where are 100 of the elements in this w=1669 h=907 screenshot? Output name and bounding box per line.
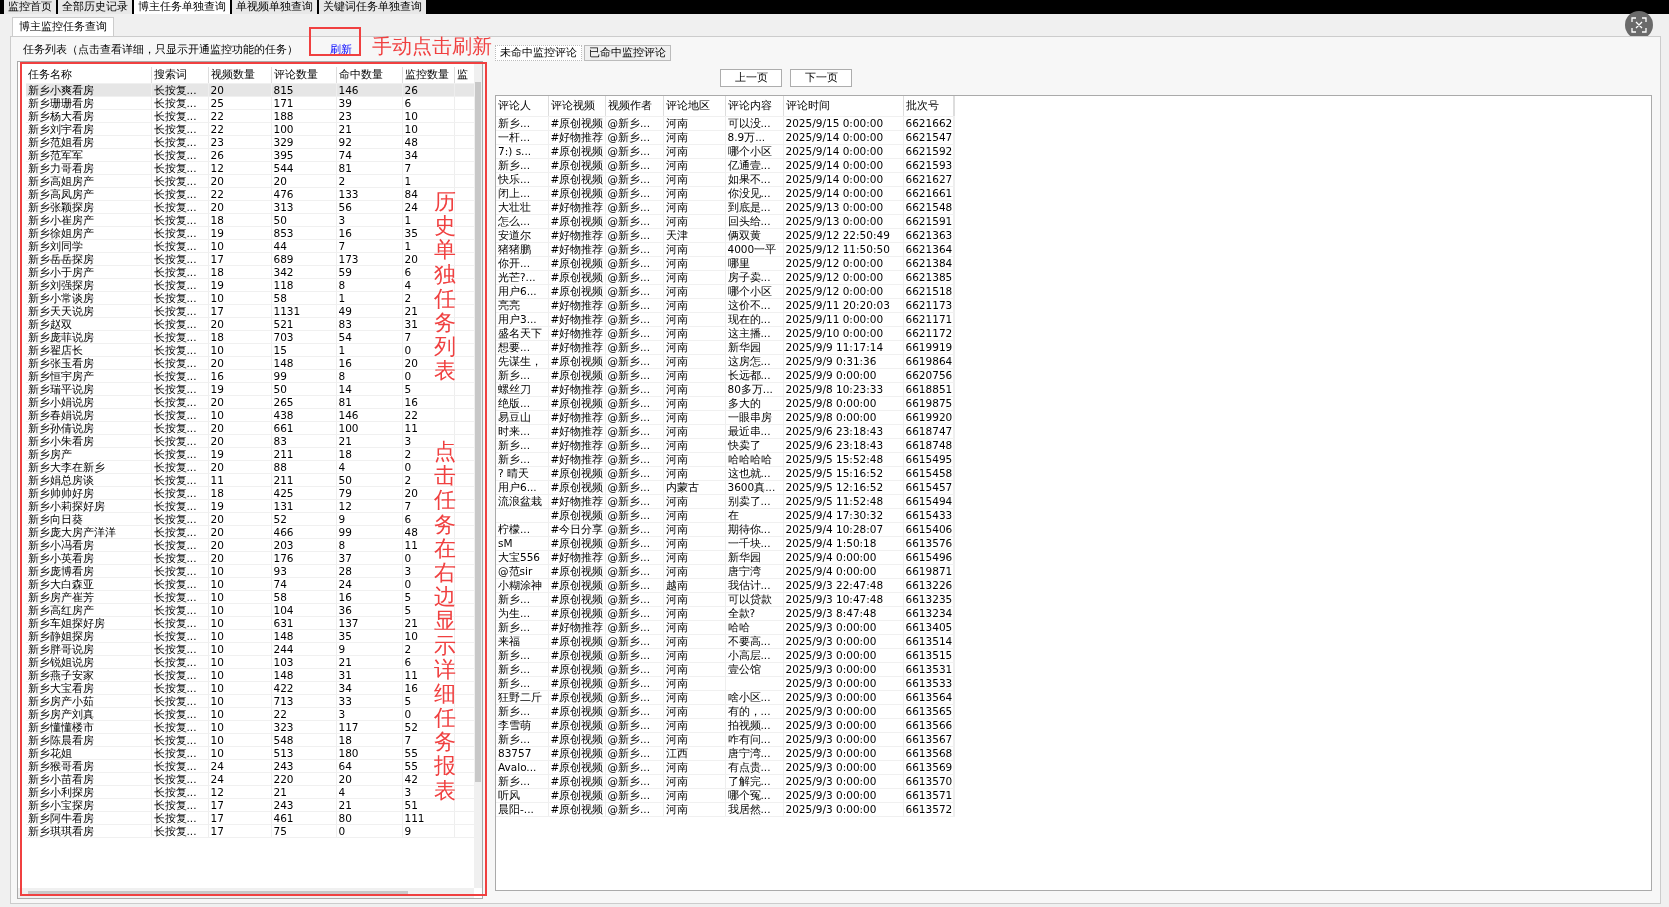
- tab[interactable]: 监控首页: [4, 0, 56, 14]
- task-row[interactable]: 新乡娟总房谈: [26, 473, 151, 486]
- table-cell: 2025/9/9 0:31:36: [783, 354, 903, 368]
- task-row[interactable]: 新乡房产: [26, 447, 151, 460]
- task-row[interactable]: 新乡赵双: [26, 317, 151, 330]
- task-row[interactable]: 新乡大白森亚: [26, 577, 151, 590]
- table-cell: @新乡...: [605, 312, 663, 326]
- column-header[interactable]: 评论数量: [271, 67, 336, 83]
- task-row[interactable]: 新乡庞博看房: [26, 564, 151, 577]
- table-cell: 这主播...: [725, 326, 783, 340]
- task-row[interactable]: 新乡张颖探房: [26, 200, 151, 213]
- table-cell: 6621548: [903, 200, 953, 214]
- task-row[interactable]: 新乡小娟说房: [26, 395, 151, 408]
- task-row[interactable]: 新乡房产刘真: [26, 707, 151, 720]
- tab[interactable]: 关键词任务单独查询: [319, 0, 426, 14]
- task-row[interactable]: 新乡大李在新乡: [26, 460, 151, 473]
- task-row[interactable]: 新乡春娟说房: [26, 408, 151, 421]
- task-row[interactable]: 新乡帅帅好房: [26, 486, 151, 499]
- task-row[interactable]: 新乡懂懂楼市: [26, 720, 151, 733]
- task-row[interactable]: 新乡小冯看房: [26, 538, 151, 551]
- task-row[interactable]: 新乡小利探房: [26, 785, 151, 798]
- task-row[interactable]: 新乡范军军: [26, 148, 151, 161]
- task-row[interactable]: 新乡大宝看房: [26, 681, 151, 694]
- task-row[interactable]: 新乡庞菲说房: [26, 330, 151, 343]
- task-row[interactable]: 新乡刘同学: [26, 239, 151, 252]
- task-row[interactable]: 新乡天天说房: [26, 304, 151, 317]
- task-row[interactable]: 新乡房产小茹: [26, 694, 151, 707]
- task-row[interactable]: 新乡猴哥看房: [26, 759, 151, 772]
- table-cell: 快乐...: [496, 172, 548, 186]
- task-row[interactable]: 新乡岳岳探房: [26, 252, 151, 265]
- task-row[interactable]: 新乡小常谈房: [26, 291, 151, 304]
- column-header[interactable]: 视频作者: [605, 96, 663, 116]
- column-header[interactable]: 批次号: [903, 96, 953, 116]
- column-header[interactable]: 评论地区: [663, 96, 725, 116]
- table-cell: 江西: [663, 746, 725, 760]
- task-row[interactable]: 新乡小于房产: [26, 265, 151, 278]
- task-row[interactable]: 新乡小朱看房: [26, 434, 151, 447]
- task-row[interactable]: 新乡燕子安家: [26, 668, 151, 681]
- task-row[interactable]: 新乡胖哥说房: [26, 642, 151, 655]
- tab[interactable]: 博主任务单独查询: [134, 0, 230, 14]
- task-row[interactable]: 新乡车姐探好房: [26, 616, 151, 629]
- tab[interactable]: 未命中监控评论: [495, 45, 582, 61]
- task-row[interactable]: 新乡庞大房产洋洋: [26, 525, 151, 538]
- column-header[interactable]: 监: [454, 67, 474, 83]
- task-row[interactable]: 新乡向日葵: [26, 512, 151, 525]
- tab[interactable]: 单视频单独查询: [232, 0, 317, 14]
- task-row[interactable]: 新乡小英看房: [26, 551, 151, 564]
- task-row[interactable]: 新乡房产崔芳: [26, 590, 151, 603]
- table-cell: 476: [271, 187, 336, 200]
- task-row[interactable]: 新乡杨大看房: [26, 109, 151, 122]
- task-row[interactable]: 新乡阿牛看房: [26, 811, 151, 824]
- task-row[interactable]: 新乡珊珊看房: [26, 96, 151, 109]
- task-row[interactable]: 新乡高红房产: [26, 603, 151, 616]
- task-row[interactable]: 新乡范姐看房: [26, 135, 151, 148]
- task-row[interactable]: 新乡小苗看房: [26, 772, 151, 785]
- task-row[interactable]: 新乡高凤房产: [26, 187, 151, 200]
- task-row[interactable]: 新乡徐姐房产: [26, 226, 151, 239]
- column-header[interactable]: 搜索词: [151, 67, 208, 83]
- task-row[interactable]: 新乡力哥看房: [26, 161, 151, 174]
- scrollbar[interactable]: [18, 888, 474, 898]
- task-row[interactable]: 新乡刘宇看房: [26, 122, 151, 135]
- table-cell: ? 晴天: [496, 466, 548, 480]
- task-row[interactable]: 新乡孙倩说房: [26, 421, 151, 434]
- next-page-button[interactable]: 下一页: [790, 69, 852, 87]
- task-row[interactable]: 新乡刘强探房: [26, 278, 151, 291]
- table-cell: 20: [208, 538, 271, 551]
- column-header[interactable]: 评论内容: [725, 96, 783, 116]
- tab[interactable]: 已命中监控评论: [584, 45, 671, 61]
- task-row[interactable]: 新乡小崔房产: [26, 213, 151, 226]
- task-row[interactable]: 新乡张玉看房: [26, 356, 151, 369]
- task-row[interactable]: 新乡瑞平说房: [26, 382, 151, 395]
- column-header[interactable]: 视频数量: [208, 67, 271, 83]
- table-cell: 有的，...: [725, 704, 783, 718]
- column-header[interactable]: 评论人: [496, 96, 548, 116]
- task-row[interactable]: 新乡锐姐说房: [26, 655, 151, 668]
- table-cell: 6619920: [903, 410, 953, 424]
- task-row[interactable]: 新乡小宝探房: [26, 798, 151, 811]
- column-header[interactable]: 任务名称: [26, 67, 151, 83]
- table-cell: 长按复...: [151, 811, 208, 824]
- column-header[interactable]: 命中数量: [336, 67, 402, 83]
- task-row[interactable]: 新乡琪琪看房: [26, 824, 151, 837]
- tab[interactable]: 全部历史记录: [58, 0, 132, 14]
- task-row[interactable]: 新乡小莉探好房: [26, 499, 151, 512]
- table-cell: 244: [271, 642, 336, 655]
- task-row[interactable]: 新乡花姐: [26, 746, 151, 759]
- scrollbar[interactable]: [474, 62, 482, 888]
- prev-page-button[interactable]: 上一页: [720, 69, 782, 87]
- column-header[interactable]: 评论视频: [548, 96, 605, 116]
- column-header[interactable]: 评论时间: [783, 96, 903, 116]
- task-row[interactable]: 新乡恒宇房产: [26, 369, 151, 382]
- tab[interactable]: 博主监控任务查询: [12, 17, 114, 36]
- table-cell: 56: [336, 200, 402, 213]
- refresh-link[interactable]: 刷新: [324, 41, 358, 59]
- task-row[interactable]: 新乡陈晨看房: [26, 733, 151, 746]
- table-cell: #原创视频: [548, 746, 605, 760]
- task-row[interactable]: 新乡翟店长: [26, 343, 151, 356]
- column-header[interactable]: 监控数量: [402, 67, 454, 83]
- task-row[interactable]: 新乡静姐探房: [26, 629, 151, 642]
- task-row[interactable]: 新乡高姐房产: [26, 174, 151, 187]
- table-cell: 长按复...: [151, 239, 208, 252]
